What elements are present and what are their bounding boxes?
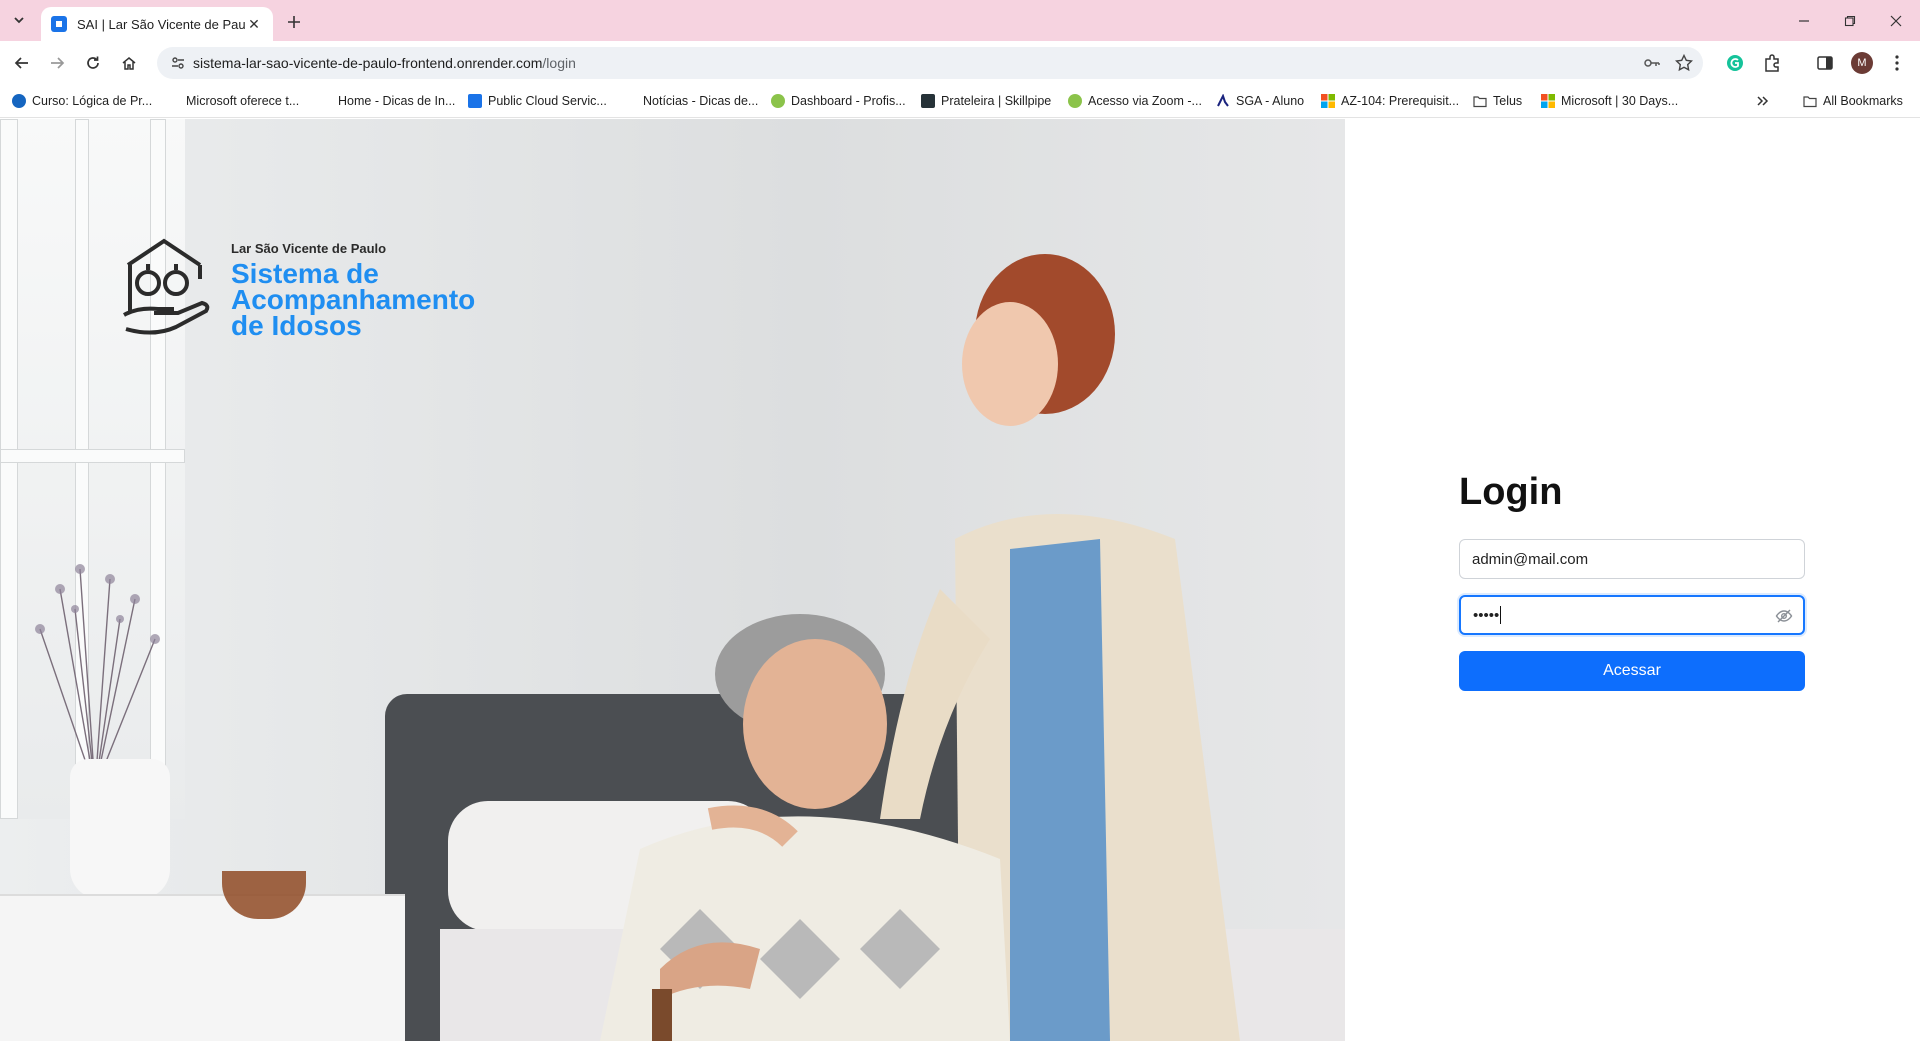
login-submit-button[interactable]: Acessar	[1459, 651, 1805, 691]
home-icon[interactable]	[115, 49, 143, 77]
bookmark-item[interactable]: Curso: Lógica de Pr...	[12, 92, 152, 110]
forward-icon[interactable]	[43, 49, 71, 77]
toggle-password-visibility-icon[interactable]	[1775, 607, 1793, 625]
text-caret	[1500, 606, 1502, 624]
hero-photo: Lar São Vicente de Paulo Sistema de Acom…	[0, 119, 1345, 1041]
bookmark-item[interactable]: Acesso via Zoom -...	[1068, 92, 1202, 110]
all-bookmarks[interactable]: All Bookmarks	[1803, 92, 1903, 110]
folder-icon	[1473, 94, 1487, 108]
email-value: admin@mail.com	[1472, 550, 1589, 568]
login-title: Login	[1459, 471, 1563, 513]
app-logo: Lar São Vicente de Paulo Sistema de Acom…	[118, 237, 598, 347]
email-field[interactable]: admin@mail.com	[1459, 539, 1805, 579]
house-hand-heart-logo-icon	[123, 238, 210, 335]
arrow-icon	[1216, 93, 1230, 108]
back-icon[interactable]	[8, 49, 36, 77]
bookmark-item[interactable]: Microsoft oferece t...	[186, 92, 299, 110]
address-bar[interactable]: sistema-lar-sao-vicente-de-paulo-fronten…	[157, 47, 1703, 79]
cloud-icon	[468, 94, 482, 108]
bookmark-item[interactable]: Home - Dicas de In...	[338, 92, 455, 110]
password-field[interactable]: •••••	[1459, 595, 1805, 635]
profile-avatar[interactable]: M	[1851, 52, 1873, 74]
green-leaf-icon	[771, 94, 785, 108]
tab-strip: SAI | Lar São Vicente de Paulo ✕	[0, 0, 1920, 41]
browser-toolbar: sistema-lar-sao-vicente-de-paulo-fronten…	[0, 41, 1920, 85]
reload-icon[interactable]	[79, 49, 107, 77]
tab-title: SAI | Lar São Vicente de Paulo	[77, 16, 245, 32]
side-panel-icon[interactable]	[1813, 51, 1837, 75]
bookmark-item[interactable]: AZ-104: Prerequisit...	[1321, 92, 1459, 110]
book-icon	[921, 94, 935, 108]
active-tab[interactable]: SAI | Lar São Vicente de Paulo ✕	[41, 7, 273, 41]
microsoft-icon	[1541, 94, 1555, 108]
bookmark-item[interactable]: Notícias - Dicas de...	[643, 92, 758, 110]
logo-title-line-3: de Idosos	[231, 310, 362, 341]
bookmark-item[interactable]: Public Cloud Servic...	[468, 92, 607, 110]
tab-search-chevron-icon[interactable]	[6, 8, 32, 32]
site-info-icon[interactable]	[169, 54, 187, 72]
site-favicon-icon	[51, 16, 67, 32]
bookmark-item[interactable]: Prateleira | Skillpipe	[921, 92, 1051, 110]
bookmark-item[interactable]: Microsoft | 30 Days...	[1541, 92, 1678, 110]
minimize-icon[interactable]	[1784, 8, 1824, 34]
microsoft-icon	[1321, 94, 1335, 108]
close-window-icon[interactable]	[1876, 8, 1916, 34]
close-tab-icon[interactable]: ✕	[245, 15, 263, 33]
menu-kebab-icon[interactable]	[1885, 51, 1909, 75]
bookmark-item[interactable]: Telus	[1473, 92, 1522, 110]
password-key-icon[interactable]	[1643, 54, 1661, 72]
extensions-puzzle-icon[interactable]	[1760, 51, 1784, 75]
login-form: Login admin@mail.com ••••• Acessar	[1459, 471, 1805, 691]
bookmark-item[interactable]: Dashboard - Profis...	[771, 92, 906, 110]
url-text: sistema-lar-sao-vicente-de-paulo-fronten…	[193, 55, 576, 71]
restore-icon[interactable]	[1830, 8, 1870, 34]
bookmarks-bar: Curso: Lógica de Pr... Microsoft oferece…	[0, 85, 1920, 118]
folder-icon	[1803, 94, 1817, 108]
blue-cloud-icon	[12, 94, 26, 108]
logo-org-name: Lar São Vicente de Paulo	[231, 241, 387, 256]
bookmark-star-icon[interactable]	[1674, 53, 1694, 72]
password-value: •••••	[1473, 606, 1500, 624]
bookmark-item[interactable]: SGA - Aluno	[1216, 92, 1304, 110]
new-tab-icon[interactable]	[282, 10, 306, 34]
grammarly-extension-icon[interactable]	[1723, 51, 1747, 75]
more-bookmarks-icon[interactable]	[1756, 92, 1770, 110]
green-leaf-icon	[1068, 94, 1082, 108]
